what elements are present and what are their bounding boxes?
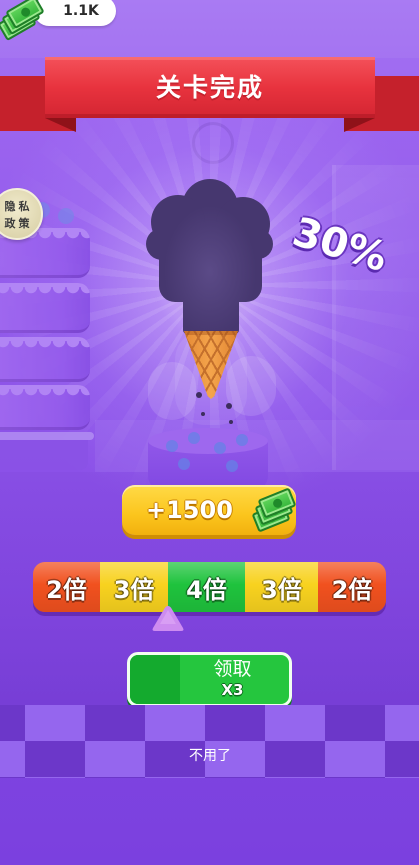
chocolate-drop [201,412,205,416]
cake-tier [0,283,90,333]
claim-multiplier: X3 [221,681,244,699]
claim-button[interactable]: 领取 X3 [127,652,292,707]
cash-stack-icon [0,0,48,42]
page-title: 关卡完成 [155,73,264,102]
currency-amount: 1.1K [63,3,99,19]
cake-topping [226,460,238,472]
chef-arm-left [148,362,196,420]
multiplier-label: 2倍 [331,575,373,604]
cake-top [148,428,268,454]
skip-button[interactable]: 不用了 [160,745,260,767]
multiplier-segment: 3倍 [245,562,318,612]
cake-topping [166,440,178,452]
claim-button-text: 领取 X3 [176,655,289,704]
privacy-label-line1: 隐私 [4,200,33,213]
multiplier-label: 4倍 [186,575,227,604]
cake-topping [236,434,248,446]
chocolate-drop [229,420,233,424]
triangle-pointer-icon [152,606,184,631]
cash-stack-icon [250,487,297,533]
privacy-label-line2: 政策 [4,217,33,230]
multiplier-label: 3倍 [113,575,155,604]
cake-topping [178,458,190,470]
multiplier-label: 2倍 [46,575,87,604]
claim-button-fill [130,655,180,704]
multiplier-segment: 2倍 [33,562,100,612]
cake-tier [0,385,90,430]
cake-stand [0,440,88,470]
cake-topping [214,442,226,454]
chocolate-drop [196,392,202,398]
decor-cake-center [148,428,268,490]
decor-cake-left [0,200,94,472]
cake-topping [188,432,200,444]
chef-arm-right [226,356,276,416]
multiplier-segment: 2倍 [318,562,386,612]
multiplier-bar: 2倍 3倍 4倍 3倍 2倍 [33,562,386,612]
claim-label: 领取 [213,658,252,680]
reward-amount: +1500 [146,496,233,524]
multiplier-label: 3倍 [261,575,302,604]
chocolate-drop [226,403,232,409]
cake-plate [0,432,94,440]
cake-tier [0,337,90,382]
scoop-shading [160,200,260,330]
reward-amount-panel: +1500 [122,485,297,535]
checkered-floor [0,705,419,778]
cake-topping [58,208,74,224]
level-complete-screen: 30% 1.1K 关卡完成 隐私 政策 +1500 2倍 3倍 4倍 3倍 2倍… [0,0,419,865]
